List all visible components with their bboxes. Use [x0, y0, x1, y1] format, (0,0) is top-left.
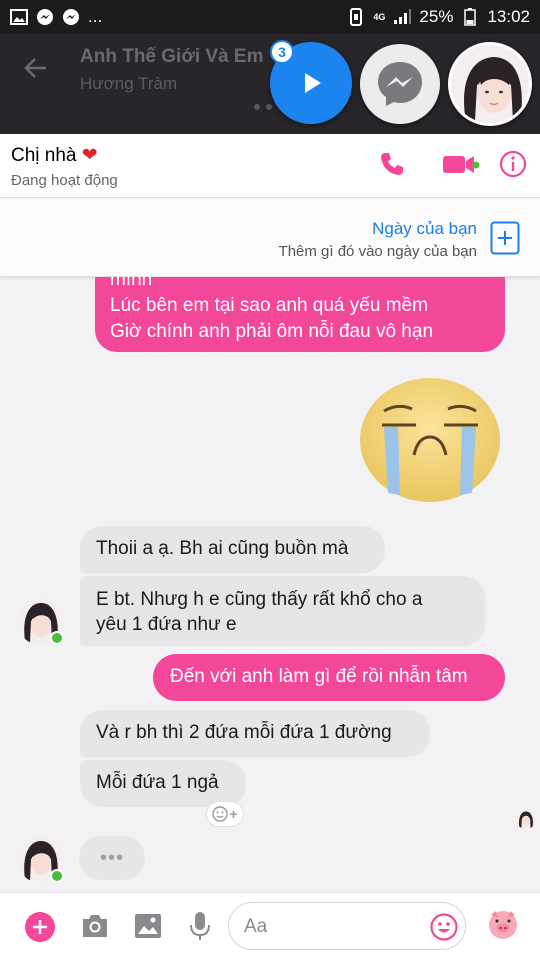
message-thread[interactable]: mình Lúc bên em tại sao anh quá yếu mềm …: [0, 277, 540, 892]
my-day-subtitle: Thêm gì đó vào ngày của bạn: [278, 243, 477, 260]
message-text: Mỗi đứa 1 ngả: [96, 772, 219, 793]
battery-icon: [461, 8, 479, 26]
back-arrow-icon[interactable]: [22, 54, 50, 90]
typing-dots: •••: [99, 846, 124, 869]
gallery-notification-icon: [10, 8, 28, 26]
message-line: Lúc bên em tại sao anh quá yếu mềm: [110, 295, 428, 316]
message-bubble-incoming[interactable]: Thoii a ạ. Bh ai cũng buồn mà: [80, 526, 385, 573]
messenger-chat-head[interactable]: [360, 44, 440, 124]
message-input[interactable]: Aa: [228, 902, 466, 950]
typing-indicator: •••: [79, 836, 145, 880]
more-notifications: ...: [88, 7, 103, 26]
messenger-notification-icon: [36, 8, 54, 26]
phone-call-icon[interactable]: [378, 150, 406, 183]
message-text: Thoii a ạ. Bh ai cũng buồn mà: [96, 538, 349, 559]
gallery-icon[interactable]: [134, 913, 162, 944]
emoji-icon[interactable]: [430, 913, 458, 946]
message-line: yêu 1 đứa như e: [96, 614, 237, 635]
contact-name[interactable]: Chị nhà ❤: [11, 144, 98, 167]
add-to-day-icon[interactable]: [490, 221, 520, 260]
add-reaction-button[interactable]: +: [206, 801, 244, 827]
message-bubble-incoming[interactable]: Mỗi đứa 1 ngả: [80, 760, 246, 807]
message-bubble-outgoing[interactable]: Đến với anh làm gì để rồi nhẫn tâm: [153, 654, 505, 701]
message-input-placeholder: Aa: [244, 916, 268, 937]
online-indicator: [50, 869, 64, 883]
unread-badge: 3: [270, 40, 294, 64]
pig-sticker-icon[interactable]: [486, 907, 520, 946]
battery-percent: 25%: [419, 7, 454, 26]
my-day-banner[interactable]: Ngày của bạn Thêm gì đó vào ngày của bạn: [0, 199, 540, 277]
message-text: Đến với anh làm gì để rồi nhẫn tâm: [170, 666, 468, 687]
message-bubble-outgoing[interactable]: mình Lúc bên em tại sao anh quá yếu mềm …: [95, 277, 505, 352]
song-title: Anh Thế Giới Và Em: [80, 46, 264, 67]
status-bar: ... 4G 25% 13:02: [0, 0, 540, 34]
heart-emoji-icon: ❤: [81, 145, 98, 166]
message-composer: Aa: [0, 892, 540, 960]
smiley-icon: [212, 806, 229, 822]
my-day-title[interactable]: Ngày của bạn: [372, 219, 477, 239]
song-artist: Hương Tràm: [80, 74, 178, 93]
more-actions-button[interactable]: [24, 911, 56, 948]
conversation-header: Chị nhà ❤ Đang hoạt động: [0, 134, 540, 198]
messenger-icon: [378, 62, 422, 106]
message-text: Và r bh thì 2 đứa mỗi đứa 1 đường: [96, 722, 392, 743]
clock: 13:02: [487, 7, 530, 26]
crying-face-sticker[interactable]: [358, 377, 502, 503]
signal-icon: [393, 8, 412, 26]
microphone-icon[interactable]: [189, 911, 211, 946]
message-bubble-incoming[interactable]: E bt. Nhưg h e cũng thấy rất khổ cho a y…: [80, 576, 485, 646]
info-icon[interactable]: [499, 150, 527, 183]
message-bubble-incoming[interactable]: Và r bh thì 2 đứa mỗi đứa 1 đường: [80, 710, 430, 757]
plus-icon: +: [229, 806, 238, 822]
vibrate-icon: [347, 8, 365, 26]
message-line: Giờ chính anh phải ôm nỗi đau vô hạn: [110, 321, 434, 342]
camera-icon[interactable]: [80, 913, 110, 944]
online-indicator: [50, 631, 64, 645]
play-icon: [305, 73, 321, 93]
contact-chat-head-avatar[interactable]: [448, 42, 532, 126]
messenger-notification-icon-2: [62, 8, 80, 26]
active-status: Đang hoạt động: [11, 172, 118, 189]
message-line: E bt. Nhưg h e cũng thấy rất khổ cho a: [96, 589, 423, 610]
message-line: mình: [110, 277, 153, 290]
video-call-icon[interactable]: [442, 150, 480, 183]
network-type: 4G: [373, 11, 386, 22]
read-receipt-avatar: [516, 809, 536, 829]
